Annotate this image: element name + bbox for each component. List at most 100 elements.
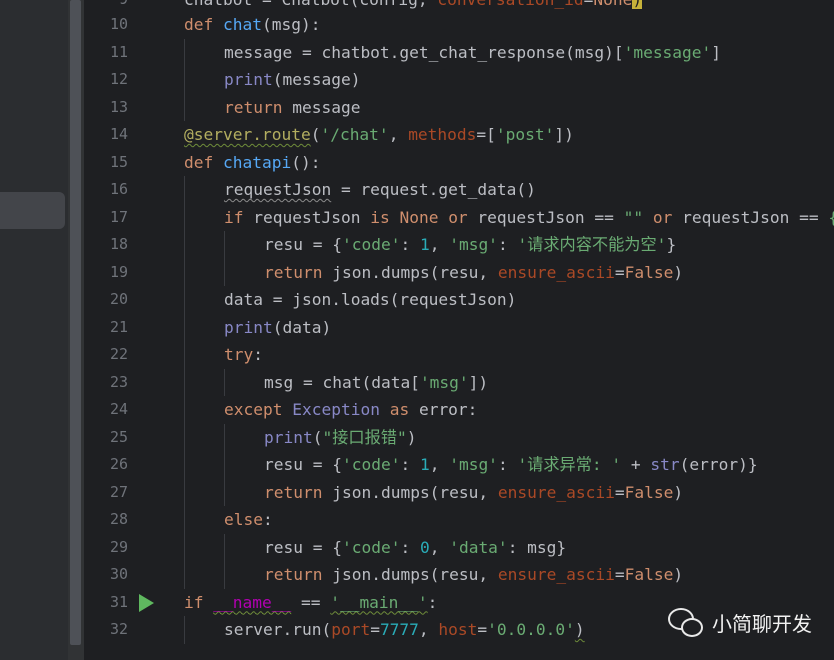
code-text[interactable]: if requestJson is None or requestJson ==… <box>224 204 834 231</box>
code-text[interactable]: except Exception as error: <box>224 396 477 423</box>
line-number: 21 <box>109 317 128 336</box>
code-line[interactable]: 15 def chatapi(): <box>84 149 834 176</box>
code-text[interactable]: resu = {'code': 1, 'msg': '请求内容不能为空'} <box>264 231 676 258</box>
code-text[interactable]: message = chatbot.get_chat_response(msg)… <box>224 39 721 66</box>
code-line[interactable]: 21 print(data) <box>84 313 834 341</box>
indent-guide <box>184 423 185 451</box>
line-number: 17 <box>109 207 128 226</box>
indent-guide <box>184 38 185 66</box>
sidebar-selected-item[interactable] <box>0 192 65 229</box>
code-line[interactable]: 29 resu = {'code': 0, 'data': msg} <box>84 533 834 561</box>
line-number: 25 <box>109 427 128 446</box>
code-text[interactable]: resu = {'code': 1, 'msg': '请求异常: ' + str… <box>264 451 758 478</box>
code-line[interactable]: 26 resu = {'code': 1, 'msg': '请求异常: ' + s… <box>84 451 834 479</box>
indent-guide <box>224 533 225 561</box>
watermark: 小简聊开发 <box>668 606 812 638</box>
code-line[interactable]: 11 message = chatbot.get_chat_response(ms… <box>84 38 834 66</box>
indent-guide <box>184 341 185 369</box>
indent-guide <box>184 203 185 231</box>
indent-guide <box>184 451 185 479</box>
run-icon[interactable] <box>139 594 154 612</box>
indent-guide <box>184 478 185 506</box>
code-text[interactable]: return json.dumps(resu, ensure_ascii=Fal… <box>264 259 683 286</box>
indent-guide <box>224 478 225 506</box>
code-line[interactable]: 28 else: <box>84 506 834 534</box>
indent-guide <box>224 258 225 286</box>
code-text[interactable]: print(data) <box>224 314 331 341</box>
indent-guide <box>184 258 185 286</box>
line-number: 30 <box>109 565 128 583</box>
line-number: 10 <box>109 15 128 33</box>
code-text[interactable]: resu = {'code': 0, 'data': msg} <box>264 534 566 561</box>
code-text[interactable]: return json.dumps(resu, ensure_ascii=Fal… <box>264 561 683 588</box>
indent-guide <box>184 66 185 94</box>
code-text[interactable]: return json.dumps(resu, ensure_ascii=Fal… <box>264 479 683 506</box>
code-line[interactable]: 12 print(message) <box>84 66 834 94</box>
line-number: 31 <box>109 592 128 611</box>
indent-guide <box>184 313 185 341</box>
line-number: 32 <box>109 620 128 638</box>
line-number: 27 <box>109 482 128 501</box>
line-number: 20 <box>109 290 128 308</box>
code-line[interactable]: 16 requestJson = request.get_data() <box>84 176 834 204</box>
indent-guide <box>184 286 185 314</box>
indent-guide <box>184 396 185 424</box>
wechat-icon <box>668 606 704 638</box>
code-text[interactable]: if __name__ == '__main__': <box>184 589 437 616</box>
code-text[interactable]: print(message) <box>224 66 360 93</box>
scrollbar-thumb[interactable] <box>70 0 81 645</box>
code-text[interactable]: requestJson = request.get_data() <box>224 176 536 203</box>
indent-guide <box>224 231 225 259</box>
code-line[interactable]: 18 resu = {'code': 1, 'msg': '请求内容不能为空'} <box>84 231 834 259</box>
indent-guide <box>184 533 185 561</box>
code-line[interactable]: 14 @server.route('/chat', methods=['post'… <box>84 121 834 148</box>
indent-guide <box>224 423 225 451</box>
line-number: 11 <box>109 42 128 61</box>
code-text[interactable]: def chat(msg): <box>184 11 320 38</box>
code-text[interactable]: try: <box>224 341 263 368</box>
watermark-text: 小简聊开发 <box>712 611 812 636</box>
code-text[interactable]: def chatapi(): <box>184 149 320 176</box>
code-text[interactable]: msg = chat(data['msg']) <box>264 369 488 396</box>
indent-guide <box>224 368 225 396</box>
code-line[interactable]: 20 data = json.loads(requestJson) <box>84 286 834 314</box>
indent-guide <box>184 616 185 644</box>
code-text[interactable]: return message <box>224 94 360 121</box>
line-number: 22 <box>109 345 128 363</box>
line-number: 28 <box>109 510 128 528</box>
line-number: 23 <box>109 372 128 391</box>
code-editor[interactable]: 9chatbot = Chatbot(config, conversation_… <box>84 0 834 660</box>
code-line[interactable]: 23 msg = chat(data['msg']) <box>84 368 834 396</box>
indent-guide <box>184 561 185 589</box>
code-line[interactable]: 17 if requestJson is None or requestJson … <box>84 203 834 231</box>
code-line[interactable]: 25 print("接口报错") <box>84 423 834 451</box>
indent-guide <box>184 368 185 396</box>
indent-guide <box>184 506 185 534</box>
line-number: 24 <box>109 400 128 418</box>
code-line[interactable]: 30 return json.dumps(resu, ensure_ascii=F… <box>84 561 834 589</box>
code-line[interactable]: 24 except Exception as error: <box>84 396 834 424</box>
line-number: 19 <box>109 262 128 281</box>
line-number: 15 <box>109 152 128 171</box>
line-number: 14 <box>109 125 128 143</box>
line-number: 29 <box>109 537 128 556</box>
code-text[interactable]: @server.route('/chat', methods=['post']) <box>184 121 574 148</box>
indent-guide <box>184 231 185 259</box>
indent-guide <box>184 176 185 204</box>
line-number: 16 <box>109 180 128 198</box>
code-line[interactable]: 22 try: <box>84 341 834 369</box>
code-text[interactable]: server.run(port=7777, host='0.0.0.0') <box>224 616 585 643</box>
project-sidebar <box>0 0 68 660</box>
code-line[interactable]: 13 return message <box>84 93 834 121</box>
code-text[interactable]: data = json.loads(requestJson) <box>224 286 516 313</box>
code-text[interactable]: else: <box>224 506 273 533</box>
code-line[interactable]: 19 return json.dumps(resu, ensure_ascii=F… <box>84 258 834 286</box>
line-number: 18 <box>109 235 128 253</box>
indent-guide <box>224 561 225 589</box>
line-number: 12 <box>109 70 128 88</box>
line-number: 13 <box>109 97 128 116</box>
indent-guide <box>224 451 225 479</box>
code-line[interactable]: 27 return json.dumps(resu, ensure_ascii=F… <box>84 478 834 506</box>
code-line[interactable]: 10 def chat(msg): <box>84 11 834 38</box>
code-text[interactable]: print("接口报错") <box>264 424 416 451</box>
